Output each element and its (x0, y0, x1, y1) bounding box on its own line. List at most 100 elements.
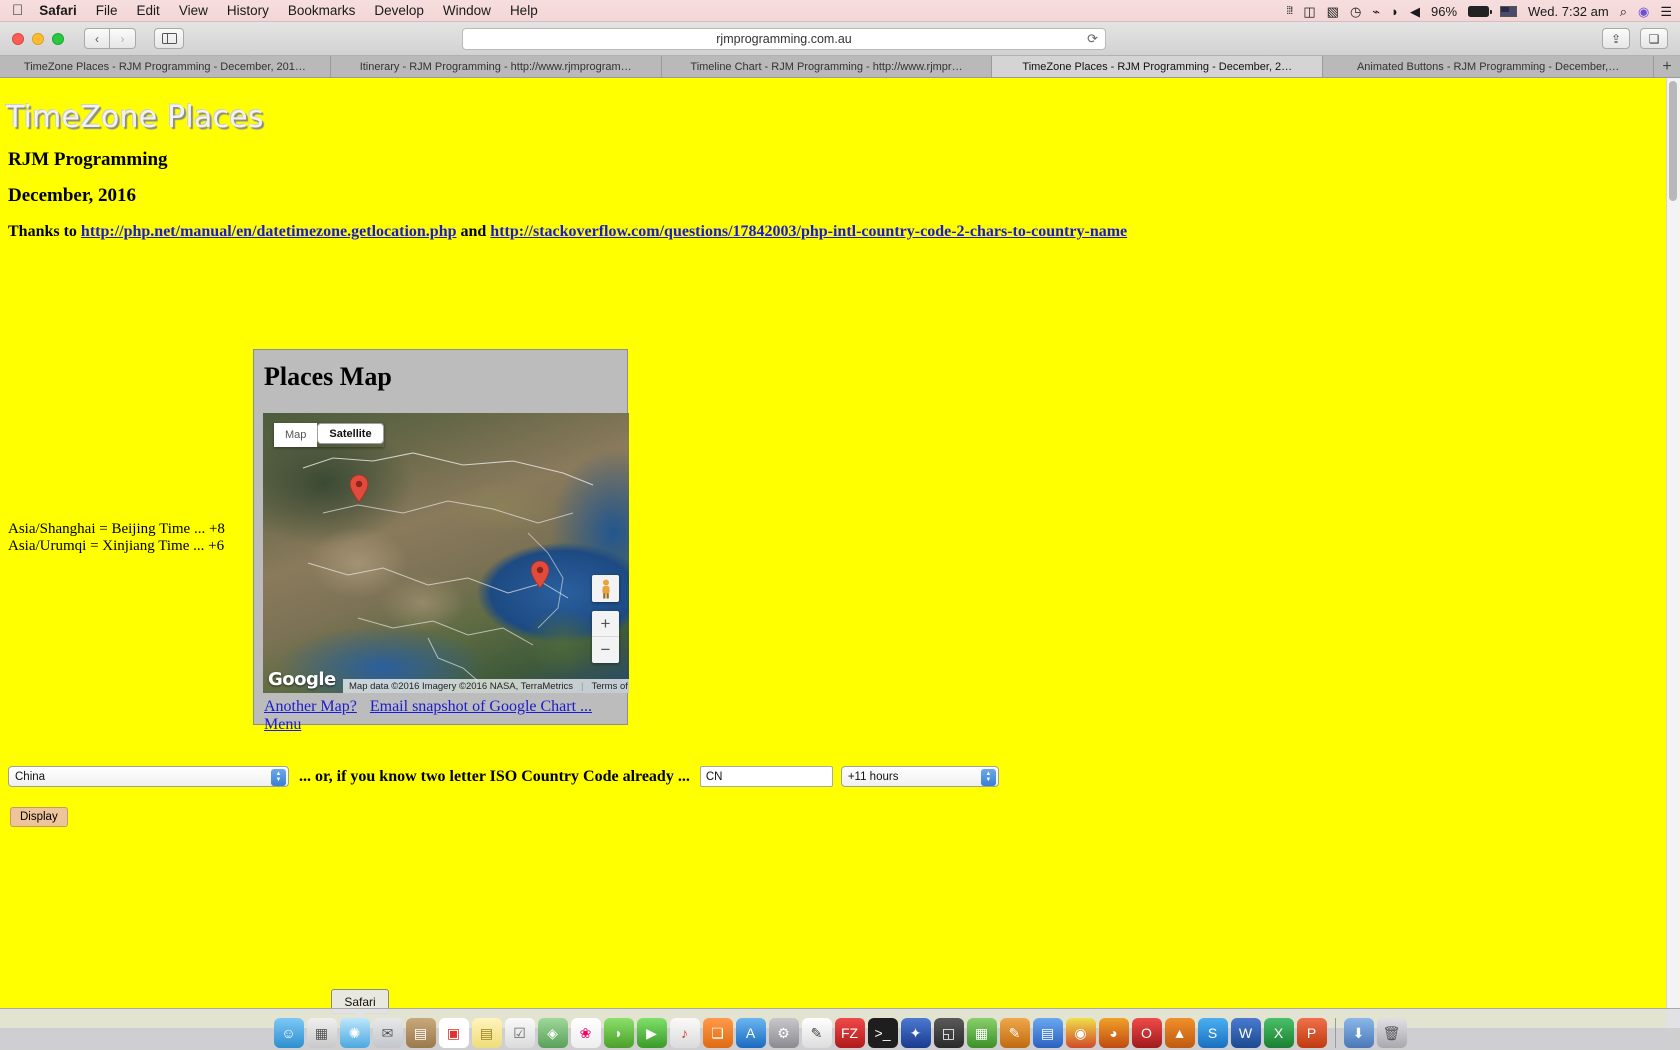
close-window-button[interactable] (12, 32, 24, 45)
facetime-icon[interactable]: ▶ (636, 1018, 667, 1048)
stackoverflow-link[interactable]: http://stackoverflow.com/questions/17842… (490, 223, 1127, 240)
skype-icon[interactable]: S (1197, 1018, 1228, 1048)
reload-icon[interactable]: ⟳ (1087, 31, 1098, 47)
menubar-clock[interactable]: Wed. 7:32 am (1528, 5, 1609, 18)
bluetooth-icon[interactable]: ⌁ (1372, 5, 1380, 18)
battery-icon[interactable] (1468, 5, 1492, 17)
notification-center-icon[interactable]: ☰ (1660, 5, 1672, 18)
timemachine-icon[interactable]: ◷ (1350, 5, 1361, 18)
volume-icon[interactable]: ◀ (1410, 5, 1420, 18)
menu-item-view[interactable]: View (179, 3, 208, 18)
apple-logo-icon[interactable]:  (12, 3, 23, 18)
zoom-in-button[interactable]: + (592, 611, 619, 637)
signal-bars-icon[interactable]: ⁞⁞! (1286, 5, 1293, 17)
show-all-tabs-button[interactable]: ❏ (1640, 28, 1668, 49)
contacts-icon[interactable]: ▤ (405, 1018, 436, 1048)
menu-item-bookmarks[interactable]: Bookmarks (288, 3, 356, 18)
preferences-icon[interactable]: ⚙ (768, 1018, 799, 1048)
maps-icon[interactable]: ◈ (537, 1018, 568, 1048)
word-icon[interactable]: W (1230, 1018, 1261, 1048)
menu-item-edit[interactable]: Edit (137, 3, 160, 18)
ibooks-icon[interactable]: ❏ (702, 1018, 733, 1048)
menu-link[interactable]: Menu (264, 716, 301, 733)
tab-animated-buttons[interactable]: Animated Buttons - RJM Programming - Dec… (1323, 56, 1654, 77)
google-wordmark: Google (268, 669, 336, 690)
mail-icon[interactable]: ✉ (372, 1018, 403, 1048)
menu-item-window[interactable]: Window (443, 3, 491, 18)
chrome-icon[interactable]: ◉ (1065, 1018, 1096, 1048)
another-map-link[interactable]: Another Map? (264, 698, 357, 715)
spotlight-search-icon[interactable]: ⌕ (1620, 5, 1627, 18)
menu-item-history[interactable]: History (227, 3, 269, 18)
dropbox-icon[interactable]: ▧ (1327, 5, 1339, 18)
airplay-icon[interactable]: ◫ (1303, 5, 1315, 18)
numbers-icon[interactable]: ▦ (966, 1018, 997, 1048)
tab-itinerary[interactable]: Itinerary - RJM Programming - http://www… (330, 56, 662, 77)
notes-icon[interactable]: ▤ (471, 1018, 502, 1048)
shanghai-marker[interactable] (531, 561, 549, 588)
minimize-window-button[interactable] (32, 32, 44, 45)
iso-country-code-input[interactable]: CN (699, 766, 833, 787)
filezilla-icon[interactable]: FZ (834, 1018, 865, 1048)
page-vertical-scrollbar[interactable] (1666, 78, 1680, 1028)
scrollbar-thumb[interactable] (1669, 81, 1677, 201)
finder-icon[interactable]: ☺ (273, 1018, 304, 1048)
powerpoint-icon[interactable]: P (1296, 1018, 1327, 1048)
appstore-icon[interactable]: A (735, 1018, 766, 1048)
tab-timezone-places-2[interactable]: TimeZone Places - RJM Programming - Dece… (992, 56, 1324, 77)
flag-au-icon[interactable] (1500, 5, 1518, 17)
xcode-icon[interactable]: ✦ (900, 1018, 931, 1048)
tabs-overview-icon: ❏ (1648, 31, 1660, 46)
keynote-icon[interactable]: ▤ (1032, 1018, 1063, 1048)
photos-icon[interactable]: ❀ (570, 1018, 601, 1048)
back-button[interactable]: ‹ (84, 28, 110, 49)
address-bar[interactable]: rjmprogramming.com.au ⟳ (462, 27, 1106, 50)
menu-item-file[interactable]: File (96, 3, 118, 18)
navigation-buttons: ‹ › (84, 28, 136, 49)
urumqi-marker[interactable] (350, 475, 368, 502)
wifi-icon[interactable]: ◗ (1391, 5, 1399, 18)
php-doc-link[interactable]: http://php.net/manual/en/datetimezone.ge… (81, 223, 457, 240)
hours-offset-select[interactable]: +11 hours ▲ ▼ (840, 766, 999, 787)
reminders-icon[interactable]: ☑ (504, 1018, 535, 1048)
firefox-icon[interactable]: ◕ (1098, 1018, 1129, 1048)
email-snapshot-link[interactable]: Email snapshot of Google Chart ... (370, 698, 592, 715)
safari-icon[interactable]: ✺ (339, 1018, 370, 1048)
itunes-icon[interactable]: ♪ (669, 1018, 700, 1048)
textedit-icon[interactable]: ✎ (801, 1018, 832, 1048)
forward-button[interactable]: › (110, 28, 136, 49)
zoom-out-button[interactable]: − (592, 637, 619, 663)
zoom-window-button[interactable] (52, 32, 64, 45)
share-button[interactable]: ⇪ (1602, 28, 1630, 49)
terms-of-use-link[interactable]: Terms of Use (591, 681, 629, 692)
messages-icon[interactable]: ◗ (603, 1018, 634, 1048)
siri-icon[interactable]: ◉ (1638, 5, 1649, 18)
downloads-icon[interactable]: ⬇ (1343, 1018, 1374, 1048)
pages-icon[interactable]: ✎ (999, 1018, 1030, 1048)
dashboard-icon[interactable]: ◱ (933, 1018, 964, 1048)
chevron-updown-icon: ▲ ▼ (271, 768, 286, 786)
trash-icon[interactable]: 🗑 (1376, 1018, 1407, 1048)
map-country-borders (302, 452, 594, 682)
country-select[interactable]: China ▲ ▼ (8, 766, 289, 787)
menu-item-safari[interactable]: Safari (39, 3, 77, 18)
battery-percent-label: 96% (1430, 3, 1458, 19)
map-type-map-button[interactable]: Map (274, 423, 318, 447)
display-button[interactable]: Display (10, 807, 68, 827)
street-view-pegman-icon[interactable] (592, 575, 619, 602)
launchpad-icon[interactable]: ▦ (306, 1018, 337, 1048)
new-tab-button[interactable]: + (1653, 56, 1680, 77)
google-map-canvas[interactable]: Map Satellite + − Google Map data ©2016 … (263, 413, 629, 693)
menu-item-help[interactable]: Help (510, 3, 538, 18)
menu-item-develop[interactable]: Develop (374, 3, 424, 18)
tab-timezone-places-1[interactable]: TimeZone Places - RJM Programming - Dece… (0, 56, 331, 77)
vlc-icon[interactable]: ▲ (1164, 1018, 1195, 1048)
terminal-icon[interactable]: >_ (867, 1018, 898, 1048)
country-form-row: China ▲ ▼ ... or, if you know two letter … (8, 766, 999, 787)
calendar-icon[interactable]: ▣ (438, 1018, 469, 1048)
map-type-satellite-button[interactable]: Satellite (317, 423, 384, 444)
sidebar-toggle-button[interactable] (154, 28, 184, 49)
opera-icon[interactable]: O (1131, 1018, 1162, 1048)
excel-icon[interactable]: X (1263, 1018, 1294, 1048)
tab-timeline-chart[interactable]: Timeline Chart - RJM Programming - http:… (661, 56, 993, 77)
